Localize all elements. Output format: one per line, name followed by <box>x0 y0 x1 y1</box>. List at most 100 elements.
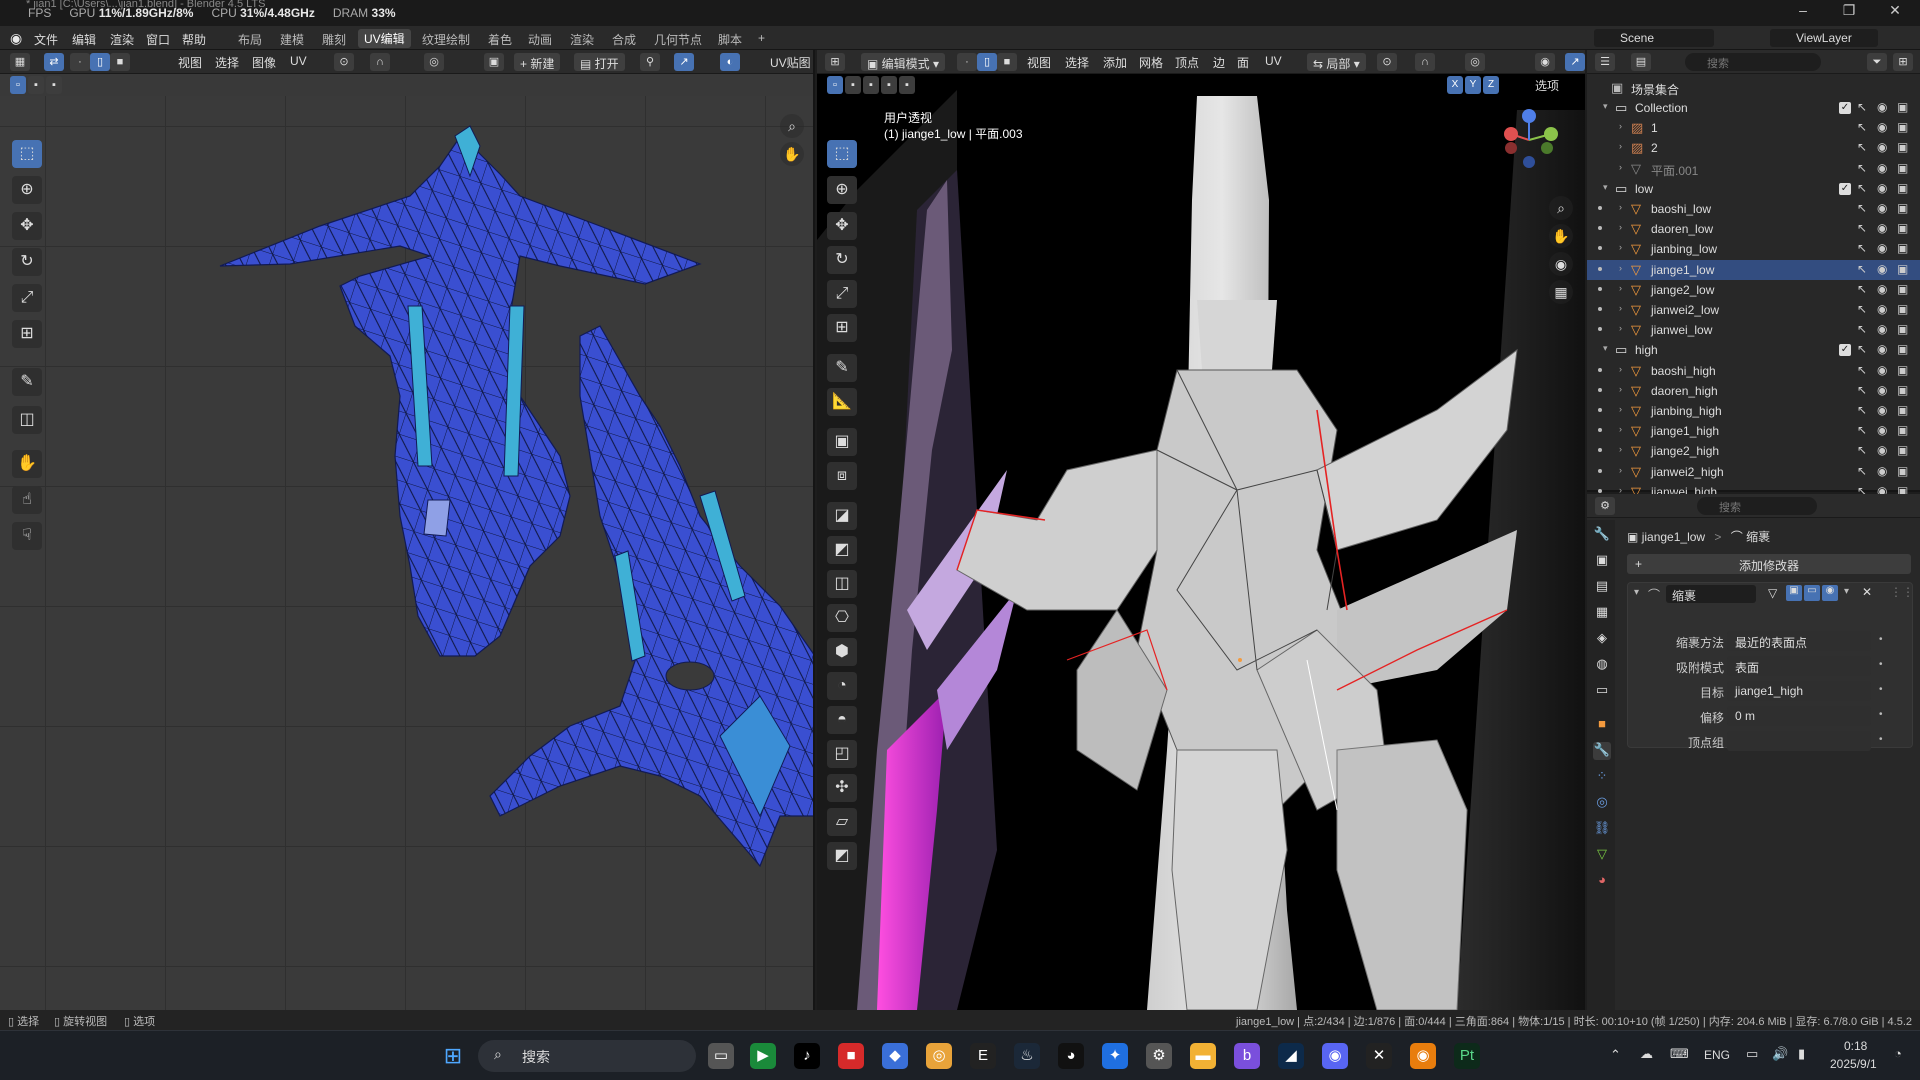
3d-viewport[interactable]: ⊞ ▣ 编辑模式 ▾ · ▯ ■ 视图 选择 添加 网格 顶点 边 面 UV ⇆… <box>817 50 1585 1010</box>
physics-tab-icon[interactable]: ◎ <box>1593 794 1611 812</box>
select-extend-icon[interactable]: ▪ <box>28 76 44 94</box>
uv-menu-view[interactable]: 视图 <box>178 54 202 71</box>
collection-checkbox[interactable]: ✓ <box>1839 344 1851 357</box>
eye-icon[interactable]: ◉ <box>1877 322 1887 336</box>
open-image-button[interactable]: ▤ 打开 <box>574 53 625 71</box>
mode-selector[interactable]: ▣ 编辑模式 ▾ <box>861 53 946 71</box>
expand-chevron-icon[interactable]: › <box>1619 141 1622 151</box>
face-select-icon[interactable]: ■ <box>110 53 130 71</box>
outliner-row-high[interactable]: ▾ ▭ high ✓ ↖ ◉ ▣ <box>1587 340 1920 360</box>
visibility-dot[interactable] <box>1598 488 1602 493</box>
expand-chevron-icon[interactable]: › <box>1619 283 1622 293</box>
transform-tool-icon[interactable]: ⊞ <box>12 320 42 348</box>
outliner-row-jianwei_low[interactable]: › ▽ jianwei_low ↖ ◉ ▣ <box>1587 320 1920 340</box>
move-tool-icon[interactable]: ✥ <box>12 212 42 240</box>
mirror-z-toggle[interactable]: Z <box>1483 76 1499 94</box>
eye-icon[interactable]: ◉ <box>1877 363 1887 377</box>
selectable-icon[interactable]: ↖ <box>1857 241 1867 255</box>
vp-extrude-tool-icon[interactable]: ⧈ <box>827 462 857 490</box>
camera-icon[interactable]: ▣ <box>1897 201 1908 215</box>
field-value[interactable]: 最近的表面点 <box>1727 631 1871 651</box>
edge-select-icon[interactable]: ▯ <box>90 53 110 71</box>
visibility-dot[interactable] <box>1598 246 1602 251</box>
eye-icon[interactable]: ◉ <box>1877 342 1887 356</box>
outliner-row-2[interactable]: › ▨ 2 ↖ ◉ ▣ <box>1587 138 1920 158</box>
selectable-icon[interactable]: ↖ <box>1857 423 1867 437</box>
language-indicator[interactable]: ENG <box>1704 1048 1730 1062</box>
expand-chevron-icon[interactable]: › <box>1619 121 1622 131</box>
camera-icon[interactable]: ▣ <box>1897 464 1908 478</box>
cursor-tool-icon[interactable]: ⊕ <box>12 176 42 204</box>
outliner-row-daoren_high[interactable]: › ▽ daoren_high ↖ ◉ ▣ <box>1587 381 1920 401</box>
selectable-icon[interactable]: ↖ <box>1857 262 1867 276</box>
expand-chevron-icon[interactable]: › <box>1619 242 1622 252</box>
vp-bevel-tool-icon[interactable]: ◩ <box>827 536 857 564</box>
add-workspace-button[interactable]: + <box>758 31 765 45</box>
selectable-icon[interactable]: ↖ <box>1857 302 1867 316</box>
outliner-row-jianwei2_high[interactable]: › ▽ jianwei2_high ↖ ◉ ▣ <box>1587 462 1920 482</box>
visibility-dot[interactable] <box>1598 286 1602 291</box>
discord-icon[interactable]: ◉ <box>1322 1043 1348 1069</box>
app-green-icon[interactable]: ▶ <box>750 1043 776 1069</box>
visibility-dot[interactable] <box>1598 448 1602 453</box>
vp-menu-view[interactable]: 视图 <box>1027 54 1051 71</box>
app-messenger-icon[interactable]: ✦ <box>1102 1043 1128 1069</box>
chrome-icon[interactable]: ◎ <box>926 1043 952 1069</box>
expand-chevron-icon[interactable]: › <box>1619 424 1622 434</box>
camera-icon[interactable]: ▣ <box>1897 383 1908 397</box>
uv-sync-icon[interactable]: ⇄ <box>44 53 64 71</box>
eye-icon[interactable]: ◉ <box>1877 464 1887 478</box>
render-tab-icon[interactable]: ▣ <box>1593 552 1611 570</box>
uv-menu-uv[interactable]: UV <box>290 54 307 68</box>
tab-layout[interactable]: 布局 <box>238 31 262 48</box>
capcut-icon[interactable]: ✕ <box>1366 1043 1392 1069</box>
relax-tool-icon[interactable]: ☝ <box>12 486 42 514</box>
modifier-tab-icon[interactable]: 🔧 <box>1593 742 1611 760</box>
expand-chevron-icon[interactable]: › <box>1619 303 1622 313</box>
constraints-tab-icon[interactable]: ⛓ <box>1593 820 1611 838</box>
outliner-row-baoshi_low[interactable]: › ▽ baoshi_low ↖ ◉ ▣ <box>1587 199 1920 219</box>
outliner-search-input[interactable]: 搜索 <box>1685 53 1821 71</box>
eye-icon[interactable]: ◉ <box>1877 100 1887 114</box>
world-tab-icon[interactable]: ◍ <box>1593 656 1611 674</box>
qq-icon[interactable]: ◕ <box>1058 1043 1084 1069</box>
view-layer-tab-icon[interactable]: ▦ <box>1593 604 1611 622</box>
selectable-icon[interactable]: ↖ <box>1857 383 1867 397</box>
eye-icon[interactable]: ◉ <box>1877 262 1887 276</box>
uv-menu-image[interactable]: 图像 <box>252 54 276 71</box>
modifier-menu-icon[interactable]: ▾ <box>1844 586 1849 597</box>
vp-edge-slide-tool-icon[interactable]: ◰ <box>827 740 857 768</box>
eye-icon[interactable]: ◉ <box>1877 403 1887 417</box>
ortho-toggle-icon[interactable]: ▦ <box>1549 280 1573 304</box>
new-image-button[interactable]: + 新建 <box>514 53 561 71</box>
expand-chevron-icon[interactable]: › <box>1619 202 1622 212</box>
windows-start-icon[interactable]: ⊞ <box>440 1043 466 1069</box>
tab-compositing[interactable]: 合成 <box>612 31 636 48</box>
collection-checkbox[interactable]: ✓ <box>1839 102 1851 114</box>
vertex-select-icon[interactable]: · <box>70 53 90 71</box>
scale-tool-icon[interactable]: ⤢ <box>12 284 42 312</box>
camera-icon[interactable]: ▣ <box>1897 120 1908 134</box>
tab-sculpting[interactable]: 雕刻 <box>322 31 346 48</box>
vp-menu-add[interactable]: 添加 <box>1103 54 1127 71</box>
selectable-icon[interactable]: ↖ <box>1857 322 1867 336</box>
visibility-dot[interactable] <box>1598 367 1602 372</box>
selectable-icon[interactable]: ↖ <box>1857 443 1867 457</box>
tab-scripting[interactable]: 脚本 <box>718 31 742 48</box>
add-modifier-button[interactable]: + 添加修改器 <box>1627 554 1911 574</box>
battery-icon[interactable]: ▮ <box>1798 1046 1805 1062</box>
expand-chevron-icon[interactable]: › <box>1619 384 1622 394</box>
vp-menu-select[interactable]: 选择 <box>1065 54 1089 71</box>
select-tool-icon[interactable]: ⬚ <box>12 140 42 168</box>
visibility-dot[interactable] <box>1598 226 1602 231</box>
drag-handle-icon[interactable]: ⋮⋮ <box>1890 585 1914 599</box>
outliner-row-Collection[interactable]: ▾ ▭ Collection ✓ ↖ ◉ ▣ <box>1587 98 1920 118</box>
camera-icon[interactable]: ▣ <box>1897 342 1908 356</box>
visibility-dot[interactable] <box>1598 468 1602 473</box>
vp-vertex-select-icon[interactable]: · <box>957 53 977 71</box>
data-tab-icon[interactable]: ▽ <box>1593 846 1611 864</box>
expand-chevron-icon[interactable]: › <box>1619 444 1622 454</box>
vp-face-select-icon[interactable]: ■ <box>997 53 1017 71</box>
camera-icon[interactable]: ▣ <box>1897 140 1908 154</box>
outliner-row-1[interactable]: › ▨ 1 ↖ ◉ ▣ <box>1587 118 1920 138</box>
